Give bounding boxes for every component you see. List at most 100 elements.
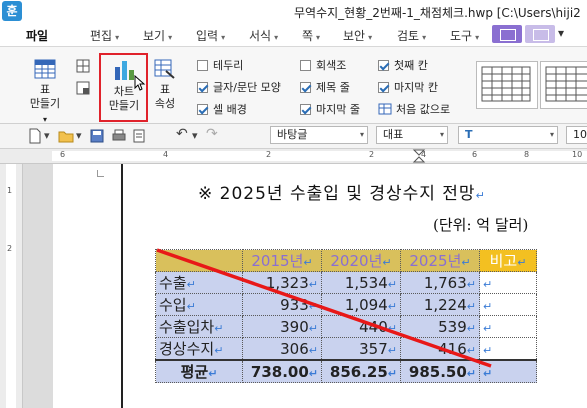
table-style-gallery-item[interactable] (476, 61, 538, 109)
table-design-tab[interactable] (492, 25, 522, 43)
menu-security-label: 보안 (343, 29, 366, 43)
row-label-cell[interactable]: 수입↵ (155, 293, 243, 316)
table-header-cell[interactable]: 2015년↵ (242, 249, 322, 272)
save-icon[interactable] (90, 129, 104, 143)
menu-page[interactable]: 쪽 ▾ (302, 27, 320, 44)
paragraph-mark-icon: ↵ (214, 322, 224, 335)
table-cell[interactable]: 933↵ (242, 293, 322, 316)
reset-button[interactable]: 처음 값으로 (378, 101, 450, 117)
indent-marker-icon[interactable] (412, 149, 426, 163)
new-document-icon[interactable] (28, 128, 42, 144)
menu-review-label: 검토 (397, 29, 420, 43)
paragraph-mark-icon: ↵ (466, 299, 476, 313)
table-header-cell[interactable]: 2025년↵ (400, 249, 480, 272)
chevron-down-icon[interactable]: ▾ (76, 129, 82, 142)
table-header-row: 2015년↵ 2020년↵ 2025년↵ 비고↵ (155, 249, 537, 272)
open-folder-icon[interactable] (58, 129, 74, 143)
cell-value: 985.50 (408, 362, 467, 381)
chevron-down-icon[interactable]: ▾ (558, 26, 564, 40)
table-cell[interactable]: 985.50↵ (400, 359, 480, 383)
table-header-cell[interactable]: 비고↵ (479, 249, 537, 272)
table-properties-button[interactable]: 표 속성 (150, 59, 180, 111)
table-format-icon[interactable] (76, 81, 90, 95)
undo-icon[interactable]: ↶ (176, 126, 188, 142)
menu-edit[interactable]: 편집 ▾ (90, 27, 119, 44)
table-cell[interactable]: ↵ (479, 271, 537, 294)
last-col-checkbox[interactable]: 마지막 칸 (378, 79, 438, 95)
menu-tools-label: 도구 (450, 29, 473, 43)
table-layout-tab[interactable] (525, 25, 555, 43)
chevron-down-icon[interactable]: ▾ (192, 129, 198, 142)
menu-review[interactable]: 검토 ▾ (397, 27, 426, 44)
document-page[interactable]: ※ 2025년 수출입 및 경상수지 전망↵ (단위: 억 달러) 2015년↵… (53, 164, 587, 408)
cell-bg-label: 셀 배경 (213, 103, 247, 116)
table-cell[interactable]: ↵ (479, 315, 537, 338)
grayscale-checkbox[interactable]: 회색조 (300, 57, 346, 73)
font-name-select[interactable]: T ▾ (458, 126, 558, 144)
insert-cell-icon[interactable] (76, 59, 90, 73)
table-cell[interactable]: ↵ (479, 359, 537, 383)
last-row-checkbox[interactable]: 마지막 줄 (300, 101, 360, 117)
paragraph-mark-icon: ↵ (483, 366, 493, 380)
row-label: 수출입차 (159, 318, 215, 336)
menu-tools[interactable]: 도구 ▾ (450, 27, 479, 44)
row-label-cell[interactable]: 수출입차↵ (155, 315, 243, 338)
paragraph-mark-icon: ↵ (387, 343, 397, 357)
first-col-label: 첫째 칸 (394, 59, 428, 72)
vertical-ruler[interactable]: 1 2 (0, 164, 23, 408)
row-label-cell[interactable]: 수출↵ (155, 271, 243, 294)
char-para-checkbox[interactable]: 글자/문단 모양 (197, 79, 281, 95)
font-language-select[interactable]: 대표 ▾ (376, 126, 448, 144)
header-row-checkbox[interactable]: 제목 줄 (300, 79, 350, 95)
table-cell[interactable]: 1,323↵ (242, 271, 322, 294)
row-label: 수입 (159, 296, 187, 314)
menu-format[interactable]: 서식 ▾ (249, 27, 278, 44)
table-cell[interactable]: 738.00↵ (242, 359, 322, 383)
table-style-gallery-item[interactable] (540, 61, 587, 109)
first-col-checkbox[interactable]: 첫째 칸 (378, 57, 428, 73)
row-label-cell[interactable]: 평균↵ (155, 359, 243, 383)
table-cell[interactable]: 539↵ (400, 315, 480, 338)
redo-icon[interactable]: ↷ (206, 126, 218, 142)
data-table[interactable]: 2015년↵ 2020년↵ 2025년↵ 비고↵ 수출↵ 1,323↵ 1,53… (155, 249, 537, 383)
chevron-down-icon[interactable]: ▾ (44, 129, 50, 142)
row-label-cell[interactable]: 경상수지↵ (155, 337, 243, 361)
table-cell[interactable]: 1,224↵ (400, 293, 480, 316)
row-label: 평균 (180, 363, 209, 381)
table-header-cell[interactable]: 2020년↵ (321, 249, 401, 272)
table-cell[interactable]: 357↵ (321, 337, 401, 361)
table-cell[interactable]: 440↵ (321, 315, 401, 338)
menu-insert-label: 입력 (196, 29, 219, 43)
table-cell[interactable]: 1,534↵ (321, 271, 401, 294)
menu-view[interactable]: 보기 ▾ (143, 27, 172, 44)
paragraph-mark-icon: ↵ (387, 299, 397, 313)
menu-file[interactable]: 파일 (26, 27, 48, 44)
table-cell[interactable]: 856.25↵ (321, 359, 401, 383)
menu-security[interactable]: 보안 ▾ (343, 27, 372, 44)
table-create-button[interactable]: 표 만들기 ▾ (28, 59, 62, 127)
table-cell[interactable]: ↵ (479, 337, 537, 361)
table-cell[interactable]: ↵ (479, 293, 537, 316)
font-language-value: 대표 (383, 128, 404, 141)
app-icon[interactable]: 훈 (2, 1, 22, 21)
cell-value: 1,763 (423, 273, 467, 292)
ruler-number: 1 (7, 186, 13, 195)
preview-icon[interactable] (132, 129, 146, 143)
table-cell[interactable]: 390↵ (242, 315, 322, 338)
table-cell[interactable]: 1,094↵ (321, 293, 401, 316)
table-create-label-1: 표 (39, 83, 51, 96)
horizontal-ruler[interactable]: 6 4 2 2 4 6 8 10 (0, 149, 587, 164)
menu-insert[interactable]: 입력 ▾ (196, 27, 225, 44)
table-cell[interactable]: 416↵ (400, 337, 480, 361)
table-cell[interactable]: 1,763↵ (400, 271, 480, 294)
cell-value: 440 (359, 317, 388, 336)
cell-bg-checkbox[interactable]: 셀 배경 (197, 101, 247, 117)
border-checkbox[interactable]: 테두리 (197, 57, 243, 73)
print-icon[interactable] (112, 129, 126, 143)
table-cell[interactable]: 306↵ (242, 337, 322, 361)
paragraph-mark-icon: ↵ (308, 321, 318, 335)
paragraph-mark-icon: ↵ (483, 343, 493, 357)
table-corner-cell[interactable] (155, 249, 243, 272)
style-select[interactable]: 바탕글 ▾ (270, 126, 368, 144)
font-size-input[interactable]: 10 (566, 126, 587, 144)
